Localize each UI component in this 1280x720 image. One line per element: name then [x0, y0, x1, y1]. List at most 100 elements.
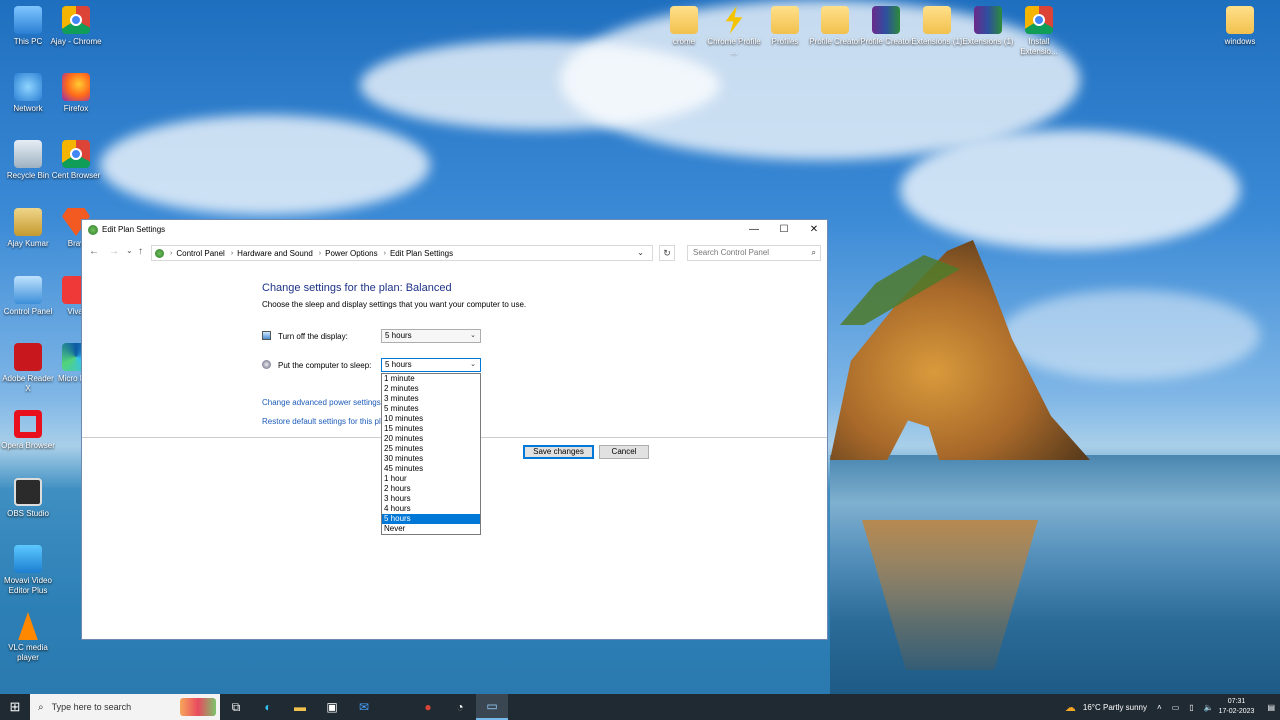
sleep-option[interactable]: Never: [382, 524, 480, 534]
address-bar-row: ← → ⌄ ↑ › Control Panel › Hardware and S…: [82, 242, 827, 264]
save-changes-button[interactable]: Save changes: [523, 445, 594, 459]
back-button[interactable]: ←: [89, 246, 99, 257]
show-hidden-icons-icon[interactable]: ˄: [1157, 703, 1162, 712]
sleep-option[interactable]: 3 hours: [382, 494, 480, 504]
sleep-option[interactable]: 30 minutes: [382, 454, 480, 464]
desktop-icon-movavi[interactable]: Movavi Video Editor Plus: [0, 545, 56, 596]
clock-app-icon: ◔: [456, 700, 464, 714]
sleep-option[interactable]: 20 minutes: [382, 434, 480, 444]
sleep-option[interactable]: 2 minutes: [382, 384, 480, 394]
volume-icon[interactable]: 🔈: [1204, 703, 1214, 712]
desktop-icon-crome-folder[interactable]: crome: [656, 6, 712, 47]
monitor-icon: [262, 331, 271, 340]
sleep-option[interactable]: 2 hours: [382, 484, 480, 494]
desktop-icon-chrome[interactable]: Ajay - Chrome: [48, 6, 104, 47]
sleep-option[interactable]: 10 minutes: [382, 414, 480, 424]
up-button[interactable]: ↑: [138, 246, 143, 257]
desktop-icon-profile-creator-rar[interactable]: Profile Creator: [858, 6, 914, 47]
breadcrumb-power-options[interactable]: Power Options: [325, 249, 377, 258]
weather-icon[interactable]: ☁: [1065, 701, 1076, 714]
network-icon: [14, 73, 42, 101]
refresh-icon: ↻: [663, 247, 671, 258]
breadcrumb-edit-plan-settings[interactable]: Edit Plan Settings: [390, 249, 453, 258]
mouse-cursor-icon: [420, 365, 425, 368]
notifications-icon[interactable]: ▤: [1267, 703, 1275, 712]
taskbar-clock-app[interactable]: ◔: [444, 694, 476, 720]
chrome-icon: ●: [424, 700, 432, 714]
refresh-button[interactable]: ↻: [659, 245, 675, 261]
desktop-icon-extensions-folder[interactable]: Extensions (1): [909, 6, 965, 47]
store-icon: ▣: [326, 700, 338, 714]
network-icon[interactable]: ▭: [1172, 703, 1180, 712]
control-panel-icon: [88, 224, 98, 235]
taskbar: ⊞ ⌕ Type here to search ⧉ ◐ ▬ ▣ ✉ ● ◔ ▭ …: [0, 694, 1280, 720]
cancel-button[interactable]: Cancel: [599, 445, 649, 459]
breadcrumb[interactable]: › Control Panel › Hardware and Sound › P…: [151, 245, 653, 261]
task-view-icon: ⧉: [231, 699, 241, 714]
desktop-icon-chrome-profile[interactable]: Chrome Profile ...: [706, 6, 762, 57]
restore-defaults-link[interactable]: Restore default settings for this pla: [262, 417, 385, 426]
desktop-icon-profile-creator-folder[interactable]: Profile Creator: [807, 6, 863, 47]
taskbar-control-panel[interactable]: ▭: [476, 694, 508, 720]
folder-icon: [771, 6, 799, 34]
cloud: [100, 115, 430, 215]
taskbar-mail[interactable]: ✉: [348, 694, 380, 720]
taskbar-search-box[interactable]: ⌕ Type here to search: [30, 694, 220, 720]
taskbar-store[interactable]: ▣: [316, 694, 348, 720]
title-bar[interactable]: Edit Plan Settings — ☐ ✕: [82, 220, 827, 239]
sleep-option[interactable]: 45 minutes: [382, 464, 480, 474]
obs-icon: [14, 478, 42, 506]
address-dropdown-icon[interactable]: ⌄: [637, 248, 644, 257]
sleep-option[interactable]: 4 hours: [382, 504, 480, 514]
taskbar-file-explorer[interactable]: ▬: [284, 694, 316, 720]
taskbar-edge[interactable]: ◐: [252, 694, 284, 720]
close-button[interactable]: ✕: [799, 220, 829, 239]
sleep-options-list: 1 minute 2 minutes 3 minutes 5 minutes 10 mi…: [381, 373, 481, 535]
weather-text[interactable]: 16°C Partly sunny: [1083, 703, 1147, 712]
search-icon: ⌕: [811, 248, 816, 257]
cloud: [1000, 290, 1260, 380]
desktop-icon-obs[interactable]: OBS Studio: [0, 478, 56, 519]
display-timeout-select[interactable]: 5 hours ⌄: [381, 329, 481, 343]
task-view-button[interactable]: ⧉: [220, 694, 252, 720]
chevron-right-icon: ›: [170, 249, 173, 257]
maximize-button[interactable]: ☐: [769, 220, 799, 239]
desktop-icon-cent-browser[interactable]: Cent Browser: [48, 140, 104, 181]
desktop-icon-firefox[interactable]: Firefox: [48, 73, 104, 114]
clock[interactable]: 07:31 17-02-2023: [1219, 697, 1255, 717]
desktop-icon-vlc[interactable]: VLC media player: [0, 612, 56, 663]
desktop-icon-install-extension[interactable]: Install Extensio...: [1011, 6, 1067, 57]
battery-icon[interactable]: ▯: [1189, 703, 1193, 712]
sleep-timeout-select[interactable]: 5 hours ⌄: [381, 358, 481, 372]
sleep-option[interactable]: 15 minutes: [382, 424, 480, 434]
sleep-option[interactable]: 5 hours: [382, 514, 480, 524]
sleep-option[interactable]: 25 minutes: [382, 444, 480, 454]
desktop-icon-profiles-folder[interactable]: Profiles: [757, 6, 813, 47]
display-label: Turn off the display:: [278, 332, 348, 341]
start-button[interactable]: ⊞: [0, 694, 30, 720]
advanced-power-settings-link[interactable]: Change advanced power settings: [262, 398, 381, 407]
opera-icon: [14, 410, 42, 438]
edge-icon: ◐: [264, 700, 272, 714]
sleep-option[interactable]: 5 minutes: [382, 404, 480, 414]
sleep-option[interactable]: 1 minute: [382, 374, 480, 384]
search-icon: ⌕: [38, 701, 44, 713]
recent-locations-button[interactable]: ⌄: [126, 246, 133, 255]
desktop-icon-extensions-rar[interactable]: Extensions (1): [960, 6, 1016, 47]
page-subtitle: Choose the sleep and display settings th…: [262, 300, 527, 309]
desktop-icon-opera[interactable]: Opera Browser: [0, 410, 56, 451]
window-title: Edit Plan Settings: [102, 225, 166, 234]
moon-icon: [262, 360, 271, 369]
control-panel-icon: ▭: [486, 699, 498, 713]
sleep-option[interactable]: 3 minutes: [382, 394, 480, 404]
forward-button[interactable]: →: [109, 246, 119, 257]
chevron-right-icon: ›: [318, 249, 322, 257]
taskbar-search-placeholder: Type here to search: [51, 702, 132, 712]
desktop-icon-windows-folder[interactable]: windows: [1212, 6, 1268, 47]
breadcrumb-control-panel[interactable]: Control Panel: [176, 249, 224, 258]
taskbar-chrome[interactable]: ●: [412, 694, 444, 720]
sleep-option[interactable]: 1 hour: [382, 474, 480, 484]
search-input[interactable]: Search Control Panel ⌕: [687, 245, 821, 261]
minimize-button[interactable]: —: [739, 220, 769, 239]
breadcrumb-hardware-and-sound[interactable]: Hardware and Sound: [237, 249, 313, 258]
